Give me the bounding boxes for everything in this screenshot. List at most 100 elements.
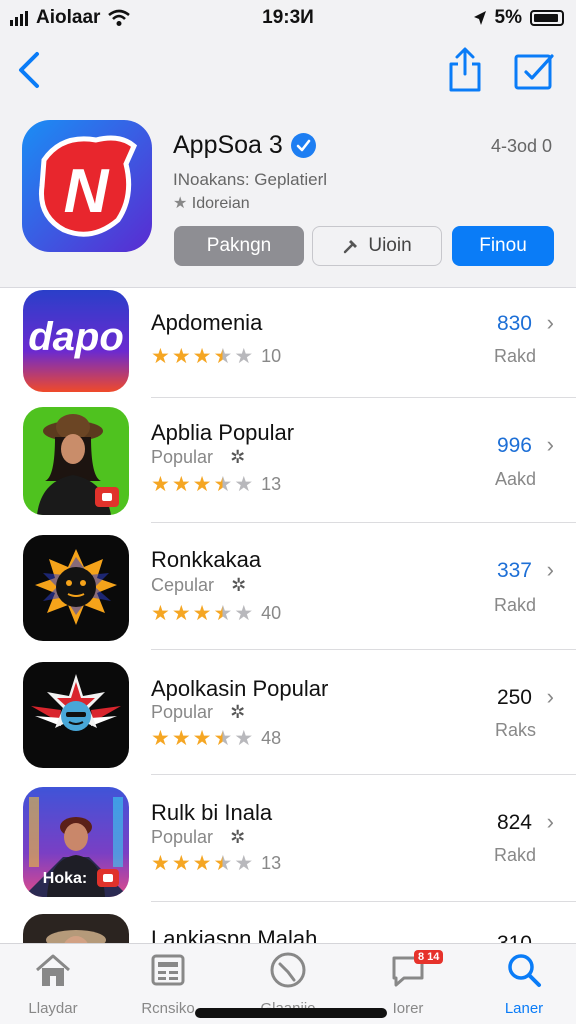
app-score: 337: [496, 559, 532, 582]
battery-percent: 5%: [494, 7, 522, 28]
star-icon: ★: [234, 345, 254, 368]
star-icon: ★: [213, 345, 233, 368]
hammer-icon: [344, 240, 358, 254]
rating-stars: ★ ★ ★ ★ ★ 13: [151, 853, 281, 874]
app-category: Popular ✲: [151, 702, 245, 723]
winged-emblem-icon: [23, 662, 129, 768]
rank-label: Aakd: [494, 469, 536, 489]
chevron-right-icon: ›: [546, 432, 554, 457]
primary-button[interactable]: Finou: [452, 226, 554, 266]
hero-category-text: Idoreian: [191, 195, 250, 212]
sun-face-icon: [23, 535, 129, 641]
app-category-text: Popular: [151, 702, 214, 722]
rating-stars: ★ ★ ★ ★ ★ 13: [151, 474, 281, 495]
rank-label: Rakd: [493, 346, 536, 366]
tab-chat[interactable]: 8 14 Iorer: [358, 950, 458, 1017]
app-category: Popular ✲: [151, 447, 245, 468]
rating-stars: ★ ★ ★ ★ ★ 40: [151, 603, 281, 624]
star-icon: ★: [213, 727, 233, 750]
chevron-left-icon: [19, 52, 39, 88]
star-icon: ★: [192, 727, 212, 750]
rank-label: Rakd: [493, 595, 536, 615]
hat-portrait-icon: [23, 914, 129, 944]
star-icon: ★: [151, 345, 170, 368]
chevron-right-icon: ›: [546, 310, 554, 335]
list-item[interactable]: Ronkkakaa Cepular ✲ ★ ★ ★ ★ ★ 40 337 › Rakd: [0, 523, 576, 649]
sparkle-icon: ✲: [230, 447, 246, 467]
rating-count: 48: [261, 728, 282, 748]
star-icon: ★: [213, 473, 233, 496]
star-icon: ★: [192, 602, 212, 625]
star-icon: ★: [192, 473, 212, 496]
rating-stars: ★ ★ ★ ★ ★ 48: [151, 728, 281, 749]
app-score: 824: [496, 811, 532, 834]
rank-label: Raks: [494, 720, 536, 740]
hero-category: ★ Idoreian: [173, 193, 250, 213]
share-button[interactable]: [444, 46, 486, 94]
notification-badge: 8 14: [414, 950, 444, 964]
tab-label: Llaydar: [28, 1000, 78, 1017]
svg-text:N: N: [64, 157, 110, 226]
svg-text:dapo: dapo: [28, 315, 124, 359]
chevron-right-icon: ›: [546, 684, 554, 709]
status-right: 5%: [473, 7, 564, 29]
app-name: Lankiaspn Malah: [151, 926, 318, 944]
app-name: Rulk bi Inala: [151, 800, 273, 825]
star-icon: ★: [234, 727, 254, 750]
svg-text:Hoka:: Hoka:: [43, 870, 87, 887]
star-icon: ★: [173, 195, 188, 212]
outline-button-label: Uioin: [368, 235, 412, 256]
star-icon: ★: [171, 345, 191, 368]
list-item[interactable]: Lankiaspn Malah 310: [0, 902, 576, 944]
star-icon: ★: [171, 473, 191, 496]
list-item[interactable]: Apblia Popular Popular ✲ ★ ★ ★ ★ ★ 13 996 › A…: [0, 398, 576, 522]
tab-search[interactable]: Laner: [474, 950, 574, 1017]
tab-news[interactable]: Rcnsiko: [118, 950, 218, 1017]
hero-subtitle: INoakans: Geplatierl: [173, 170, 328, 189]
list-item[interactable]: Hoka: Rulk bi Inala Popular ✲ ★ ★ ★ ★ ★ 13 82…: [0, 775, 576, 901]
news-icon: [151, 954, 185, 986]
verified-icon: [290, 133, 316, 158]
hero-rank: 4-3od 0: [490, 136, 552, 156]
star-icon: ★: [171, 852, 191, 875]
star-icon: ★: [234, 473, 254, 496]
list-item[interactable]: dapo Apdomenia ★ ★ ★ ★ ★ 10 830 › Rakd: [0, 288, 576, 396]
home-icon: [36, 954, 70, 986]
location-arrow-icon: [473, 11, 486, 25]
chevron-right-icon: ›: [546, 809, 554, 834]
rating-stars: ★ ★ ★ ★ ★ 10: [151, 346, 281, 367]
rating-count: 10: [261, 346, 282, 366]
status-bar: Aiolaar 19:3И 5%: [0, 0, 576, 36]
tab-home[interactable]: Llaydar: [3, 950, 103, 1017]
hero-app-icon[interactable]: N: [22, 120, 152, 252]
star-icon: ★: [151, 727, 170, 750]
app-category-text: Popular: [151, 827, 214, 847]
star-icon: ★: [234, 602, 254, 625]
secondary-button[interactable]: Pakngn: [174, 226, 304, 266]
star-icon: ★: [192, 852, 212, 875]
star-icon: ★: [171, 727, 191, 750]
tab-games[interactable]: Glaaniio: [238, 950, 338, 1017]
app-category-text: Cepular: [151, 575, 215, 595]
app-score: 250: [496, 686, 532, 709]
star-icon: ★: [234, 852, 254, 875]
list-item[interactable]: Apolkasin Popular Popular ✲ ★ ★ ★ ★ ★ 48 250 …: [0, 650, 576, 774]
dapo-logo-icon: dapo: [23, 290, 129, 392]
sparkle-icon: ✲: [231, 575, 247, 595]
app-category-text: Popular: [151, 447, 214, 467]
chevron-right-icon: ›: [546, 557, 554, 582]
star-icon: ★: [213, 852, 233, 875]
outline-button[interactable]: Uioin: [312, 226, 442, 266]
street-portrait-icon: Hoka:: [23, 787, 129, 897]
back-button[interactable]: [10, 46, 50, 96]
compose-icon: [514, 54, 554, 90]
battery-icon: [530, 10, 564, 26]
app-name: Apblia Popular: [151, 420, 295, 445]
star-icon: ★: [151, 602, 170, 625]
hero-title: AppSoa 3: [173, 131, 316, 160]
home-indicator: [195, 1008, 387, 1018]
star-icon: ★: [151, 852, 170, 875]
app-name: Apolkasin Popular: [151, 676, 329, 701]
edit-button[interactable]: [512, 50, 556, 92]
app-name: Ronkkakaa: [151, 547, 262, 572]
